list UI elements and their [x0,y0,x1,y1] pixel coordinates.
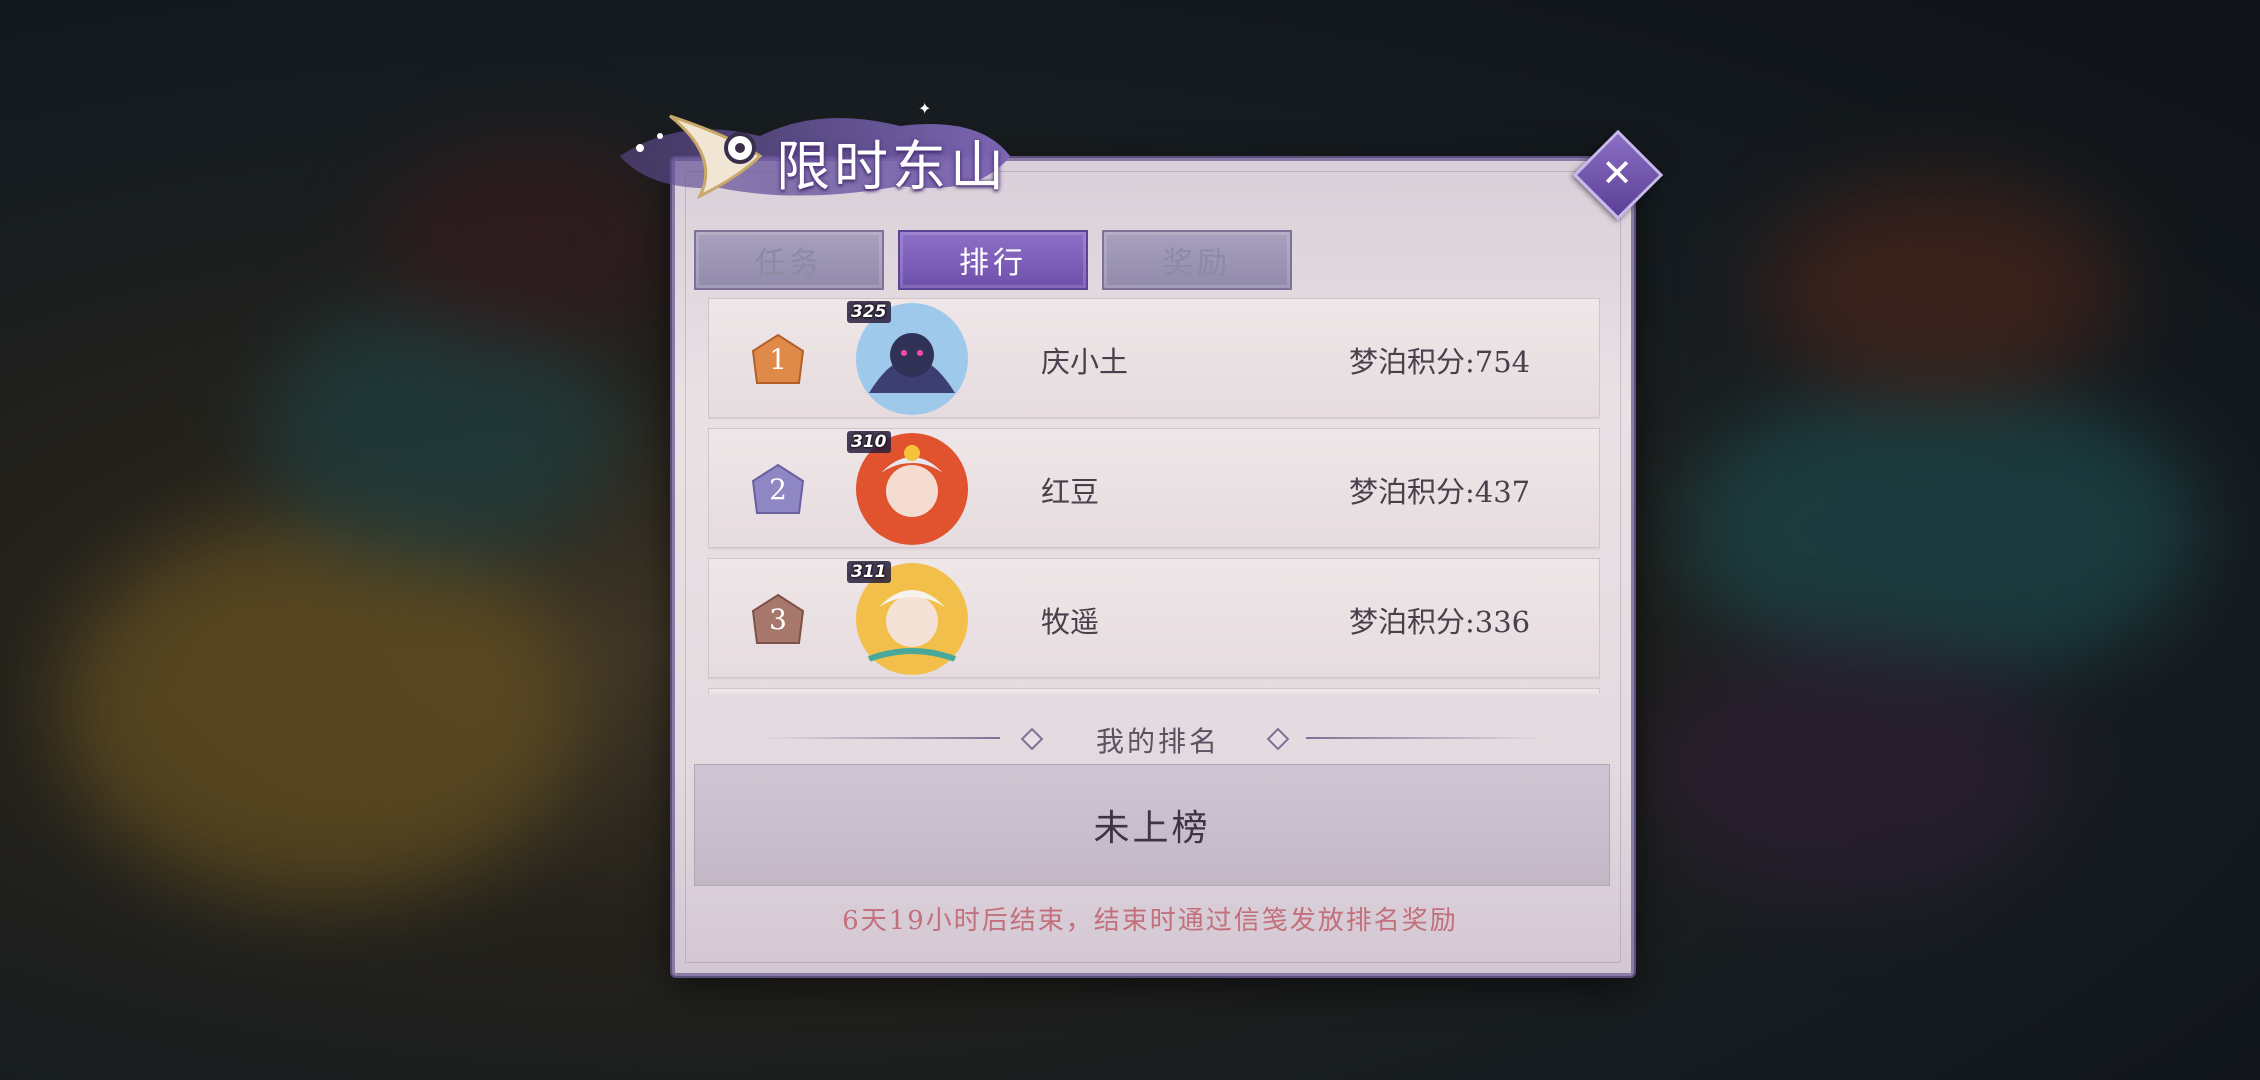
player-level: 310 [847,431,891,453]
rank-number: 3 [769,603,787,636]
ranking-row[interactable]: 1 325 庆小土 梦泊积分:754 [708,298,1600,418]
my-rank-title: 我的排名 [1096,725,1221,758]
player-score: 梦泊积分:437 [1349,475,1531,509]
player-level: 311 [847,561,891,583]
my-rank-value: 未上榜 [1093,808,1211,849]
ranking-row[interactable]: 3 311 牧遥 梦泊积分:336 [708,558,1600,678]
player-name: 红豆 [1041,475,1100,509]
player-name: 庆小土 [1041,345,1129,379]
rank-number: 2 [769,473,787,506]
ranking-row[interactable]: 2 310 红豆 梦泊积分:437 [708,428,1600,548]
rank-number: 1 [769,343,787,376]
panel-title: 限时东山 [776,135,1008,198]
event-end-note: 6天19小时后结束，结束时通过信笺发放排名奖励 [842,906,1458,936]
tab-ranking[interactable]: 排行 [898,230,1088,290]
tab-tasks[interactable]: 任务 [694,230,884,290]
tab-bar: 任务 排行 奖励 [694,230,1292,290]
player-name: 牧遥 [1041,605,1100,639]
svg-text:✦: ✦ [918,99,931,118]
divider-right [1306,737,1544,739]
ranking-row-partial[interactable] [708,688,1600,694]
player-level: 325 [847,301,891,323]
player-score: 梦泊积分:754 [1349,345,1531,379]
player-score: 梦泊积分:336 [1349,605,1531,639]
divider-left [762,737,1000,739]
tab-rewards[interactable]: 奖励 [1102,230,1292,290]
ranking-list[interactable]: 1 325 庆小土 梦泊积分:754 2 310 红豆 梦泊积分:437 3 3… [708,298,1600,694]
my-rank-box: 未上榜 [694,764,1610,886]
